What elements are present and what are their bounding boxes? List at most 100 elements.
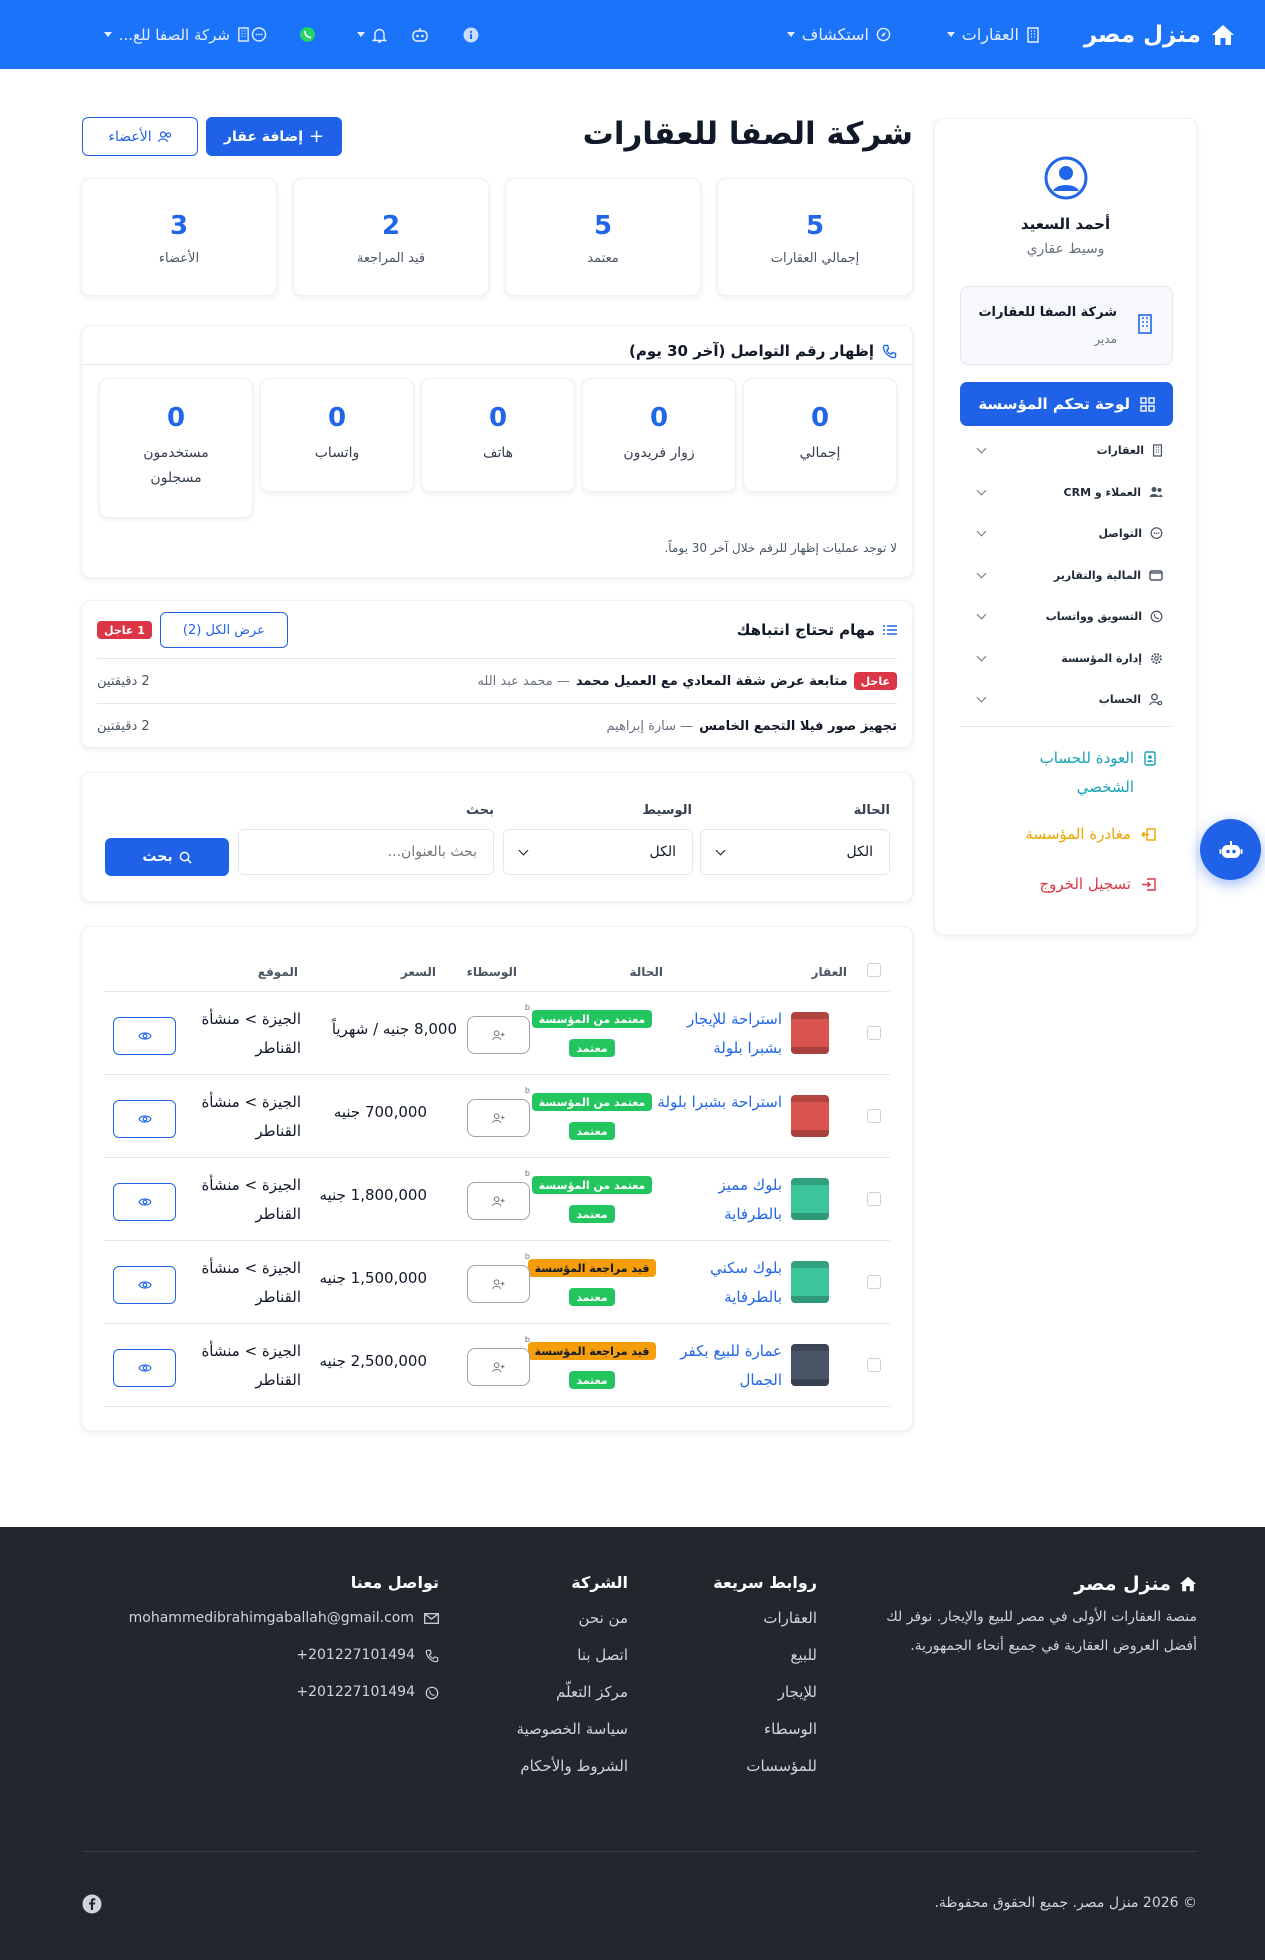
footer: منزل مصر منصة العقارات الأولى في مصر للب… — [0, 1527, 1265, 1960]
row-checkbox[interactable] — [867, 1026, 881, 1040]
table-row: استراحة للإيجار بشبرا بلولة معتمد من الم… — [104, 991, 890, 1074]
nav-properties[interactable]: العقارات — [946, 0, 1040, 69]
sidebar-item-communication[interactable]: التواصل — [960, 513, 1173, 555]
property-title-link[interactable]: استراحة للإيجار بشبرا بلولة — [657, 1005, 782, 1063]
view-property-button[interactable] — [113, 1100, 176, 1138]
footer-email[interactable]: mohammedibrahimgaballah@gmail.com — [129, 1600, 439, 1637]
bell-icon — [372, 28, 387, 43]
logout-link[interactable]: تسجيل الخروج — [1039, 870, 1156, 899]
select-all-checkbox[interactable] — [867, 963, 881, 977]
id-badge-icon — [1144, 751, 1156, 766]
view-property-button[interactable] — [113, 1266, 176, 1304]
back-to-personal-link[interactable]: العودة للحساب الشخصي — [996, 744, 1156, 802]
contact-stat-total: 0 إجمالي — [743, 378, 897, 492]
assign-agent-button[interactable] — [467, 1016, 530, 1054]
property-thumbnail[interactable] — [791, 1344, 829, 1386]
footer-description: منصة العقارات الأولى في مصر للبيع والإيج… — [886, 1609, 1197, 1654]
agent-filter-label: الوسيط — [642, 803, 693, 818]
footer-link[interactable]: للبيع — [713, 1637, 817, 1674]
leave-org-link[interactable]: مغادرة المؤسسة — [1025, 820, 1156, 849]
property-title-link[interactable]: عمارة للبيع بكفر الجمال — [657, 1337, 782, 1395]
sidebar-item-finance[interactable]: المالية والتقارير — [960, 555, 1173, 597]
property-thumbnail[interactable] — [791, 1012, 829, 1054]
footer-link[interactable]: للمؤسسات — [713, 1748, 817, 1785]
property-location: الجيزة > منشأة القناطر — [201, 1176, 301, 1223]
org-dashboard-button[interactable]: لوحة تحكم المؤسسة — [960, 382, 1173, 426]
building-icon — [1138, 314, 1152, 334]
add-property-button[interactable]: + إضافة عقار — [206, 117, 342, 156]
assign-agent-button[interactable] — [467, 1265, 530, 1303]
user-name: أحمد السعيد — [1020, 215, 1111, 233]
contact-stat-registered: 0 مستخدمون مسجلون — [99, 378, 253, 518]
footer-brand: منزل مصر — [1074, 1573, 1171, 1595]
sidebar-item-marketing[interactable]: التسويق وواتساب — [960, 596, 1173, 638]
task-row[interactable]: عاجل متابعة عرض شقة المعادي مع العميل مح… — [97, 658, 897, 703]
messages-button[interactable] — [251, 0, 267, 69]
sidebar-item-properties[interactable]: العقارات — [960, 430, 1173, 472]
users-icon — [157, 130, 171, 142]
facebook-link[interactable] — [82, 1894, 102, 1914]
assign-agent-button[interactable] — [467, 1182, 530, 1220]
search-input[interactable] — [238, 829, 494, 875]
row-checkbox[interactable] — [867, 1192, 881, 1206]
view-property-button[interactable] — [113, 1183, 176, 1221]
row-checkbox[interactable] — [867, 1358, 881, 1372]
contact-stat-phone: 0 هاتف — [421, 378, 575, 492]
stat-card-approved: 5 معتمد — [505, 178, 701, 296]
company-switcher[interactable]: شركة الصفا للع... — [103, 0, 250, 69]
sidebar-item-crm[interactable]: العملاء و CRM — [960, 472, 1173, 514]
footer-link[interactable]: مركز التعلّم — [516, 1674, 628, 1711]
assistant-fab[interactable] — [1200, 819, 1261, 880]
footer-link[interactable]: الوسطاء — [713, 1711, 817, 1748]
phone-icon — [882, 344, 897, 358]
property-title-link[interactable]: بلوك مميز بالطرفاية — [657, 1171, 782, 1229]
sidebar-item-org-management[interactable]: إدارة المؤسسة — [960, 638, 1173, 680]
brand-logo[interactable]: منزل مصر — [1084, 0, 1235, 69]
chevron-down-icon — [976, 526, 987, 537]
footer-link[interactable]: اتصل بنا — [516, 1637, 628, 1674]
footer-link[interactable]: للإيجار — [713, 1674, 817, 1711]
status-badge: معتمد — [569, 1288, 615, 1306]
eye-icon — [137, 1198, 152, 1206]
agent-filter-select[interactable]: الكل — [503, 829, 693, 875]
assign-agent-button[interactable] — [467, 1348, 530, 1386]
building-icon — [1152, 444, 1163, 457]
search-button[interactable]: بحث — [105, 838, 229, 876]
row-checkbox[interactable] — [867, 1109, 881, 1123]
view-all-tasks-button[interactable]: عرض الكل (2) — [159, 612, 288, 648]
property-thumbnail[interactable] — [791, 1261, 829, 1303]
footer-link[interactable]: من نحن — [516, 1600, 629, 1637]
agent-initial: b — [524, 1086, 530, 1095]
property-price: 700,000 جنيه — [333, 1103, 427, 1121]
nav-explore[interactable]: استكشاف — [786, 0, 891, 69]
sidebar-item-account[interactable]: الحساب — [960, 679, 1173, 721]
status-badge: معتمد — [569, 1122, 615, 1140]
task-row[interactable]: تجهيز صور فيلا التجمع الخامس — سارة إبرا… — [97, 703, 897, 748]
help-button[interactable] — [463, 0, 479, 69]
row-checkbox[interactable] — [867, 1275, 881, 1289]
contact-panel-title: إظهار رقم التواصل (آخر 30 يوم) — [629, 342, 897, 360]
property-title-link[interactable]: استراحة بشبرا بلولة — [657, 1088, 782, 1117]
property-title-link[interactable]: بلوك سكني بالطرفاية — [657, 1254, 782, 1312]
property-location: الجيزة > منشأة القناطر — [201, 1342, 301, 1389]
assign-agent-button[interactable] — [467, 1099, 530, 1137]
assistant-button[interactable] — [411, 0, 429, 69]
footer-phone[interactable]: +201227101494 — [129, 1637, 439, 1674]
view-property-button[interactable] — [113, 1017, 176, 1055]
footer-link[interactable]: الشروط والأحكام — [516, 1748, 628, 1785]
footer-whatsapp[interactable]: +201227101494 — [129, 1674, 439, 1711]
notifications-button[interactable] — [357, 0, 387, 69]
org-card: شركة الصفا للعقارات مدير — [960, 286, 1173, 365]
view-property-button[interactable] — [113, 1349, 176, 1387]
status-filter-select[interactable]: الكل — [700, 829, 890, 875]
footer-link[interactable]: سياسة الخصوصية — [516, 1711, 628, 1748]
property-thumbnail[interactable] — [791, 1095, 829, 1137]
whatsapp-button[interactable] — [299, 0, 316, 69]
chevron-down-icon — [976, 651, 987, 662]
chevron-down-icon — [518, 845, 529, 855]
members-button[interactable]: الأعضاء — [82, 117, 198, 156]
property-thumbnail[interactable] — [791, 1178, 829, 1220]
footer-link[interactable]: العقارات — [713, 1600, 817, 1637]
caret-down-icon — [103, 32, 112, 37]
user-avatar-icon — [1044, 156, 1087, 200]
